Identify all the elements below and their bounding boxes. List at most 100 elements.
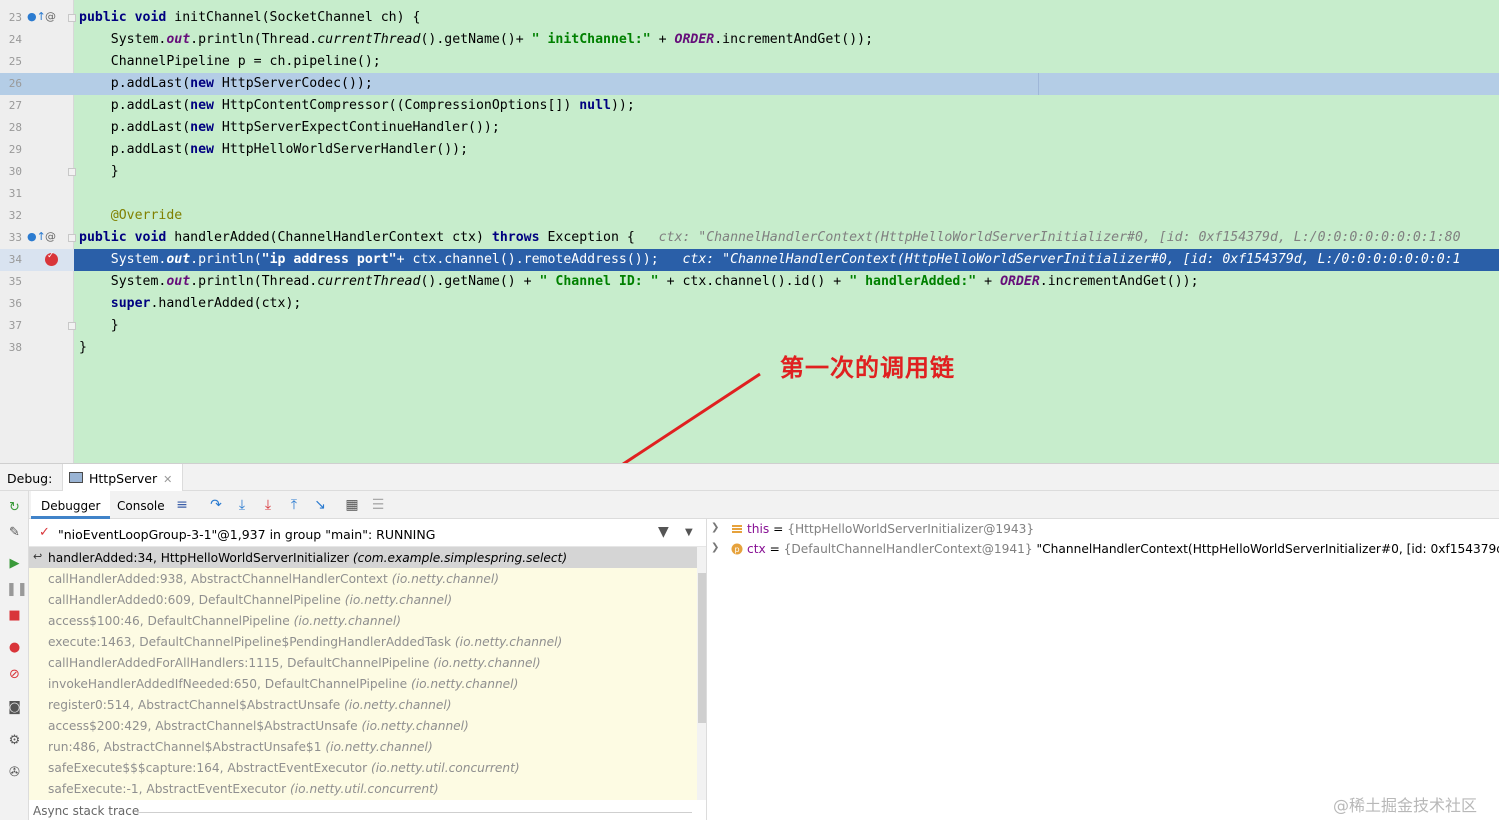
code-line[interactable]: 25 ChannelPipeline p = ch.pipeline();	[0, 51, 1499, 73]
frame-method: register0:514, AbstractChannel$AbstractU…	[48, 698, 341, 712]
step-into-icon[interactable]: ⤓	[233, 496, 251, 514]
debugger-tab-strip: Debugger Console ≡ ↷ ⤓ ⤓ ⤒ ↘ ▦ ☰	[29, 491, 1499, 519]
code-line[interactable]: 36 super.handlerAdded(ctx);	[0, 293, 1499, 315]
code-line[interactable]: 27 p.addLast(new HttpContentCompressor((…	[0, 95, 1499, 117]
rerun-icon[interactable]: ↻	[6, 499, 23, 516]
code-line[interactable]: 38 }	[0, 337, 1499, 359]
stack-frame[interactable]: register0:514, AbstractChannel$AbstractU…	[29, 694, 697, 715]
scrollbar-thumb[interactable]	[698, 573, 706, 723]
variable-row[interactable]: ❯ p ctx = {DefaultChannelHandlerContext@…	[707, 539, 1499, 559]
tab-debugger[interactable]: Debugger	[31, 491, 111, 519]
frame-package: (io.netty.channel)	[325, 740, 433, 754]
code-line[interactable]: 23 ●↑ @ public void initChannel(SocketCh…	[0, 7, 1499, 29]
stack-frame[interactable]: callHandlerAdded:938, AbstractChannelHan…	[29, 568, 697, 589]
debug-side-toolbar: ↻ ✎ ▶ ❚❚ ■ ● ⊘ ◙ ⚙ ✇	[0, 491, 29, 820]
stack-frame[interactable]: access$100:46, DefaultChannelPipeline (i…	[29, 610, 697, 631]
stack-frame[interactable]: invokeHandlerAddedIfNeeded:650, DefaultC…	[29, 673, 697, 694]
force-step-into-icon[interactable]: ⤓	[259, 496, 277, 514]
breakpoint-icon[interactable]	[45, 251, 58, 266]
frames-scrollbar[interactable]	[697, 547, 706, 800]
menu-icon[interactable]: ≡	[173, 496, 191, 514]
async-stack-label: Async stack trace	[33, 804, 140, 818]
camera-icon[interactable]: ◙	[6, 699, 23, 716]
chevron-down-icon[interactable]: ▼	[685, 527, 693, 538]
stack-frame[interactable]: callHandlerAddedForAllHandlers:1115, Def…	[29, 652, 697, 673]
stack-frame[interactable]: run:486, AbstractChannel$AbstractUnsafe$…	[29, 736, 697, 757]
code-line[interactable]: 35 System.out.println(Thread.currentThre…	[0, 271, 1499, 293]
variable-value: "ChannelHandlerContext(HttpHelloWorldSer…	[1036, 542, 1499, 556]
frame-package: (io.netty.channel)	[391, 572, 500, 586]
code-line[interactable]: 24 System.out.println(Thread.currentThre…	[0, 29, 1499, 51]
code-text: p.addLast(new HttpContentCompressor((Com…	[79, 98, 635, 113]
fold-marker-icon[interactable]	[68, 168, 76, 176]
filter-icon[interactable]: ▼	[658, 524, 669, 540]
debug-session-tab[interactable]: HttpServer ✕	[62, 464, 184, 492]
fold-marker-icon[interactable]	[68, 234, 76, 242]
frame-method: safeExecute:-1, AbstractEventExecutor	[48, 782, 287, 796]
frame-package: (io.netty.channel)	[454, 635, 563, 649]
stack-frame-current[interactable]: ↩ handlerAdded:34, HttpHelloWorldServerIn…	[29, 547, 697, 568]
chevron-right-icon[interactable]: ❯	[711, 522, 719, 533]
implements-method-icon[interactable]: ●↑	[27, 10, 46, 24]
variable-name: ctx	[747, 542, 766, 556]
variable-row[interactable]: ❯ this = {HttpHelloWorldServerInitialize…	[707, 519, 1499, 539]
view-breakpoints-icon[interactable]: ●	[6, 639, 23, 656]
code-text: @Override	[79, 208, 183, 223]
code-text: super.handlerAdded(ctx);	[110, 296, 302, 311]
wrench-icon[interactable]: ✎	[6, 524, 23, 541]
stack-frame[interactable]: callHandlerAdded0:609, DefaultChannelPip…	[29, 589, 697, 610]
pause-icon[interactable]: ❚❚	[6, 581, 28, 598]
stop-icon[interactable]: ■	[6, 607, 23, 624]
step-over-icon[interactable]: ↷	[207, 496, 225, 514]
frame-method: access$100:46, DefaultChannelPipeline	[48, 614, 290, 628]
fold-marker-icon[interactable]	[68, 322, 76, 330]
caret	[1038, 73, 1039, 95]
pin-icon[interactable]: ✇	[6, 764, 23, 781]
overrides-method-icon[interactable]: ●↑	[27, 230, 46, 244]
line-number: 25	[8, 55, 22, 68]
evaluate-expression-icon[interactable]: ▦	[343, 496, 361, 514]
check-icon: ✓	[39, 525, 50, 540]
code-text: System.out.println("ip address port"+ ct…	[79, 252, 1461, 267]
frame-package: (io.netty.util.concurrent)	[290, 782, 439, 796]
frames-panel: ✓ "nioEventLoopGroup-3-1"@1,937 in group…	[29, 519, 707, 820]
fold-marker-icon[interactable]	[68, 14, 76, 22]
divider	[137, 812, 692, 813]
code-line[interactable]: 31	[0, 183, 1499, 205]
code-line[interactable]: 32 @Override	[0, 205, 1499, 227]
tab-console[interactable]: Console	[107, 491, 175, 519]
code-line[interactable]: 30 }	[0, 161, 1499, 183]
stack-frame[interactable]: execute:1463, DefaultChannelPipeline$Pen…	[29, 631, 697, 652]
annotation-label: 第一次的调用链	[780, 354, 955, 382]
trace-icon[interactable]: ☰	[369, 496, 387, 514]
equals-sign: =	[765, 542, 784, 556]
step-out-icon[interactable]: ⤒	[285, 496, 303, 514]
code-text: }	[79, 340, 87, 355]
parameter-icon: p	[731, 543, 743, 555]
mute-breakpoints-icon[interactable]: ⊘	[6, 666, 23, 683]
run-to-cursor-icon[interactable]: ↘	[311, 496, 329, 514]
code-editor[interactable]: 23 ●↑ @ public void initChannel(SocketCh…	[0, 0, 1499, 463]
inline-debug-value: ctx: "ChannelHandlerContext(HttpHelloWor…	[682, 252, 1461, 267]
session-icon	[69, 472, 83, 483]
svg-text:p: p	[734, 545, 739, 554]
close-icon[interactable]: ✕	[163, 473, 172, 486]
resume-icon[interactable]: ▶	[6, 555, 23, 572]
code-line[interactable]: 37 }	[0, 315, 1499, 337]
code-line[interactable]: 33 ●↑ @ public void handlerAdded(Channel…	[0, 227, 1499, 249]
code-text: System.out.println(Thread.currentThread(…	[79, 274, 1199, 289]
stack-frame[interactable]: safeExecute$$$capture:164, AbstractEvent…	[29, 757, 697, 778]
code-line[interactable]: 28 p.addLast(new HttpServerExpectContinu…	[0, 117, 1499, 139]
code-line-execution-point[interactable]: 34 System.out.println("ip address port"+…	[0, 249, 1499, 271]
code-line[interactable]: 29 p.addLast(new HttpHelloWorldServerHan…	[0, 139, 1499, 161]
chevron-right-icon[interactable]: ❯	[711, 542, 719, 553]
annotation-icon: @	[45, 10, 56, 23]
gear-icon[interactable]: ⚙	[6, 732, 23, 749]
stack-frame[interactable]: access$200:429, AbstractChannel$Abstract…	[29, 715, 697, 736]
code-line-current[interactable]: 26 p.addLast(new HttpServerCodec());	[0, 73, 1499, 95]
frame-package: (io.netty.channel)	[344, 698, 452, 712]
code-text: p.addLast(new HttpServerExpectContinueHa…	[79, 120, 500, 135]
stack-frame[interactable]: safeExecute:-1, AbstractEventExecutor (i…	[29, 778, 697, 799]
thread-selector[interactable]: ✓ "nioEventLoopGroup-3-1"@1,937 in group…	[29, 519, 706, 547]
frame-package: (io.netty.channel)	[293, 614, 401, 628]
